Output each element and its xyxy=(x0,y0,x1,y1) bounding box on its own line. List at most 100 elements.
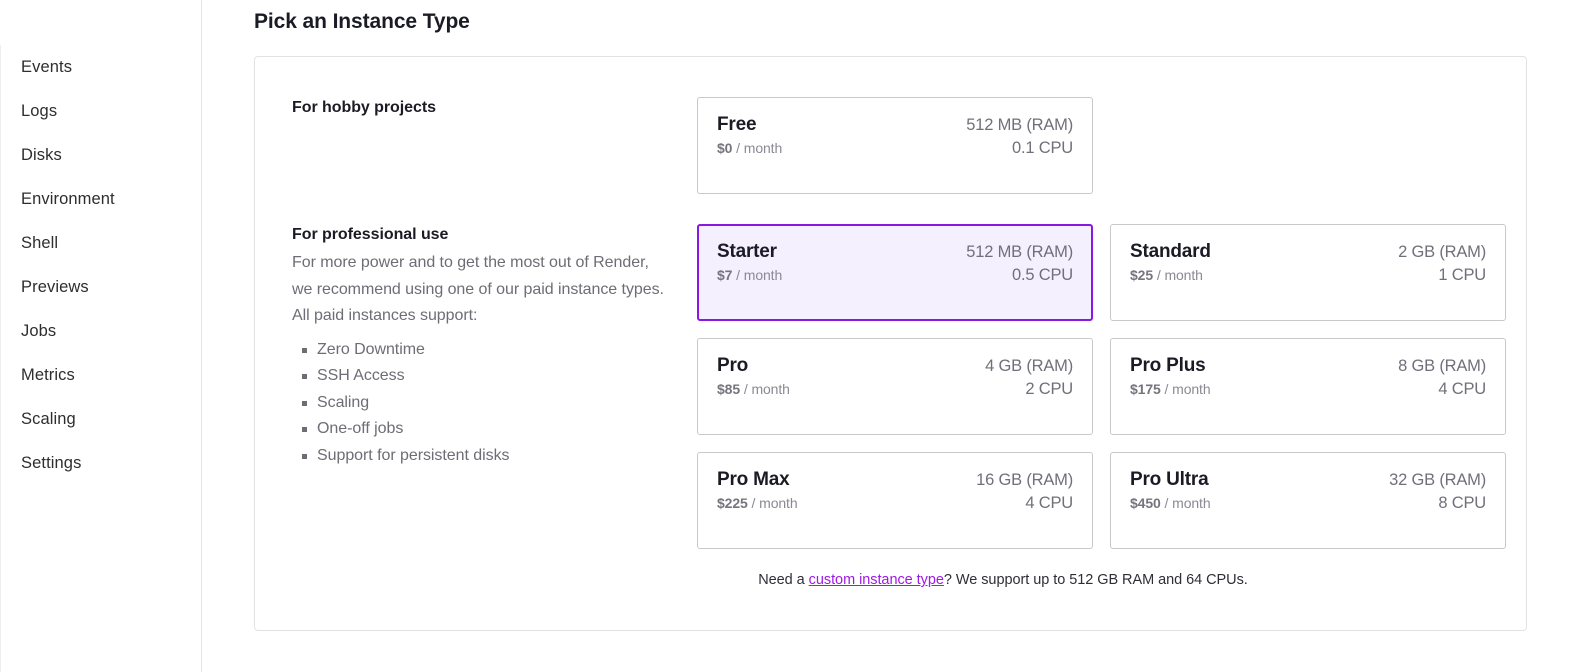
plan-cpu: 4 CPU xyxy=(1025,494,1073,513)
sidebar-item-metrics[interactable]: Metrics xyxy=(0,353,201,397)
note-suffix: ? We support up to 512 GB RAM and 64 CPU… xyxy=(944,572,1248,588)
plan-price-amount: $225 xyxy=(717,495,748,511)
plan-cpu: 1 CPU xyxy=(1438,266,1486,285)
hobby-description-column: For hobby projects xyxy=(292,97,697,194)
plan-card[interactable]: Pro Ultra 32 GB (RAM) $450 / month 8 CPU xyxy=(1110,452,1506,549)
plan-ram: 32 GB (RAM) xyxy=(1389,471,1486,490)
plan-price: $450 / month xyxy=(1130,495,1211,511)
feature-list-item: One-off jobs xyxy=(317,416,667,443)
plan-price: $225 / month xyxy=(717,495,798,511)
main-content: Pick an Instance Type For hobby projects… xyxy=(202,0,1592,672)
feature-list-item: Zero Downtime xyxy=(317,337,667,364)
plan-card-top-row: Pro Ultra 32 GB (RAM) xyxy=(1130,469,1486,491)
plan-price-amount: $450 xyxy=(1130,495,1161,511)
sidebar-item-label: Shell xyxy=(21,234,58,253)
plan-price: $85 / month xyxy=(717,381,790,397)
sidebar-item-previews[interactable]: Previews xyxy=(0,265,201,309)
plan-card-bottom-row: $85 / month 2 CPU xyxy=(717,380,1073,399)
plan-card[interactable]: Standard 2 GB (RAM) $25 / month 1 CPU xyxy=(1110,224,1506,321)
professional-feature-list: Zero DowntimeSSH AccessScalingOne-off jo… xyxy=(292,337,667,470)
plan-price: $175 / month xyxy=(1130,381,1211,397)
plan-name: Standard xyxy=(1130,241,1211,263)
sidebar-item-label: Events xyxy=(21,58,72,77)
plan-card[interactable]: Pro Plus 8 GB (RAM) $175 / month4 CPU xyxy=(1110,338,1506,435)
professional-description-column: For professional use For more power and … xyxy=(292,224,697,549)
sidebar-nav-list: Events Logs Disks Environment Shell Previews J… xyxy=(0,45,201,485)
plan-name: Pro Plus xyxy=(1130,355,1205,377)
plan-price-amount: $175 xyxy=(1130,381,1161,397)
plan-price: $0 / month xyxy=(717,140,782,156)
plan-ram: 2 GB (RAM) xyxy=(1398,243,1486,262)
plan-card-top-row: Standard 2 GB (RAM) xyxy=(1130,241,1486,263)
plan-card-bottom-row: $7 / month 0.5 CPU xyxy=(717,266,1073,285)
plan-ram: 16 GB (RAM) xyxy=(976,471,1073,490)
sidebar-item-label: Disks xyxy=(21,146,62,165)
plan-name: Pro Max xyxy=(717,469,790,491)
sidebar-item-scaling[interactable]: Scaling xyxy=(0,397,201,441)
hobby-section-title: For hobby projects xyxy=(292,97,667,119)
plan-price-period: / month xyxy=(736,267,782,283)
plan-card-top-row: Starter 512 MB (RAM) xyxy=(717,241,1073,263)
plan-card-bottom-row: $450 / month 8 CPU xyxy=(1130,494,1486,513)
plan-card[interactable]: Pro Max 16 GB (RAM) $225 / month 4 CPU xyxy=(697,452,1093,549)
plan-price-period: / month xyxy=(744,381,790,397)
plan-ram: 512 MB (RAM) xyxy=(966,116,1073,135)
sidebar: Events Logs Disks Environment Shell Previews J… xyxy=(0,0,202,672)
plan-price-period: / month xyxy=(1165,495,1211,511)
sidebar-item-label: Metrics xyxy=(21,366,75,385)
instance-type-page: Events Logs Disks Environment Shell Previews J… xyxy=(0,0,1592,672)
professional-section: For professional use For more power and … xyxy=(255,224,1526,549)
sidebar-item-jobs[interactable]: Jobs xyxy=(0,309,201,353)
plan-price-amount: $0 xyxy=(717,140,732,156)
sidebar-item-label: Previews xyxy=(21,278,89,297)
plan-ram: 512 MB (RAM) xyxy=(966,243,1073,262)
note-prefix: Need a xyxy=(758,572,808,588)
plan-cpu: 8 CPU xyxy=(1438,494,1486,513)
plan-card-bottom-row: $0 / month 0.1 CPU xyxy=(717,139,1073,158)
sidebar-item-environment[interactable]: Environment xyxy=(0,177,201,221)
hobby-section: For hobby projects Free 512 MB (RAM) $0 / … xyxy=(255,97,1526,194)
plan-cpu: 2 CPU xyxy=(1025,380,1073,399)
professional-section-body: For more power and to get the most out o… xyxy=(292,250,667,330)
sidebar-item-label: Settings xyxy=(21,454,81,473)
page-title: Pick an Instance Type xyxy=(254,10,1592,34)
plan-card-top-row: Free 512 MB (RAM) xyxy=(717,114,1073,136)
plan-name: Pro Ultra xyxy=(1130,469,1208,491)
sidebar-item-label: Environment xyxy=(21,190,115,209)
plan-card-top-row: Pro 4 GB (RAM) xyxy=(717,355,1073,377)
plan-price-amount: $85 xyxy=(717,381,740,397)
plan-cpu: 0.1 CPU xyxy=(1012,139,1073,158)
custom-instance-type-link[interactable]: custom instance type xyxy=(809,572,944,588)
plan-price-period: / month xyxy=(1165,381,1211,397)
plan-card-bottom-row: $175 / month4 CPU xyxy=(1130,380,1486,399)
sidebar-item-label: Jobs xyxy=(21,322,56,341)
sidebar-item-logs[interactable]: Logs xyxy=(0,89,201,133)
plan-cpu: 0.5 CPU xyxy=(1012,266,1073,285)
feature-list-item: SSH Access xyxy=(317,363,667,390)
feature-list-item: Support for persistent disks xyxy=(317,443,667,470)
plan-price-period: / month xyxy=(736,140,782,156)
plan-card[interactable]: Starter 512 MB (RAM) $7 / month 0.5 CPU xyxy=(697,224,1093,321)
plan-price: $25 / month xyxy=(1130,267,1203,283)
plan-name: Pro xyxy=(717,355,748,377)
professional-plan-cards: Starter 512 MB (RAM) $7 / month 0.5 CPU Stan… xyxy=(697,224,1519,549)
plan-card-bottom-row: $225 / month 4 CPU xyxy=(717,494,1073,513)
plan-name: Starter xyxy=(717,241,777,263)
sidebar-item-shell[interactable]: Shell xyxy=(0,221,201,265)
plan-ram: 4 GB (RAM) xyxy=(985,357,1073,376)
plan-price-amount: $25 xyxy=(1130,267,1153,283)
plan-name: Free xyxy=(717,114,756,136)
plan-card-top-row: Pro Max 16 GB (RAM) xyxy=(717,469,1073,491)
sidebar-item-events[interactable]: Events xyxy=(0,45,201,89)
professional-section-title: For professional use xyxy=(292,224,667,246)
hobby-plan-cards: Free 512 MB (RAM) $0 / month 0.1 CPU xyxy=(697,97,1519,194)
sidebar-item-disks[interactable]: Disks xyxy=(0,133,201,177)
plan-card[interactable]: Free 512 MB (RAM) $0 / month 0.1 CPU xyxy=(697,97,1093,194)
sidebar-item-settings[interactable]: Settings xyxy=(0,441,201,485)
plan-price: $7 / month xyxy=(717,267,782,283)
custom-instance-note: Need a custom instance type? We support … xyxy=(255,572,1528,588)
plan-card-top-row: Pro Plus 8 GB (RAM) xyxy=(1130,355,1486,377)
plan-card[interactable]: Pro 4 GB (RAM) $85 / month 2 CPU xyxy=(697,338,1093,435)
plan-price-amount: $7 xyxy=(717,267,732,283)
plan-ram: 8 GB (RAM) xyxy=(1398,357,1486,376)
